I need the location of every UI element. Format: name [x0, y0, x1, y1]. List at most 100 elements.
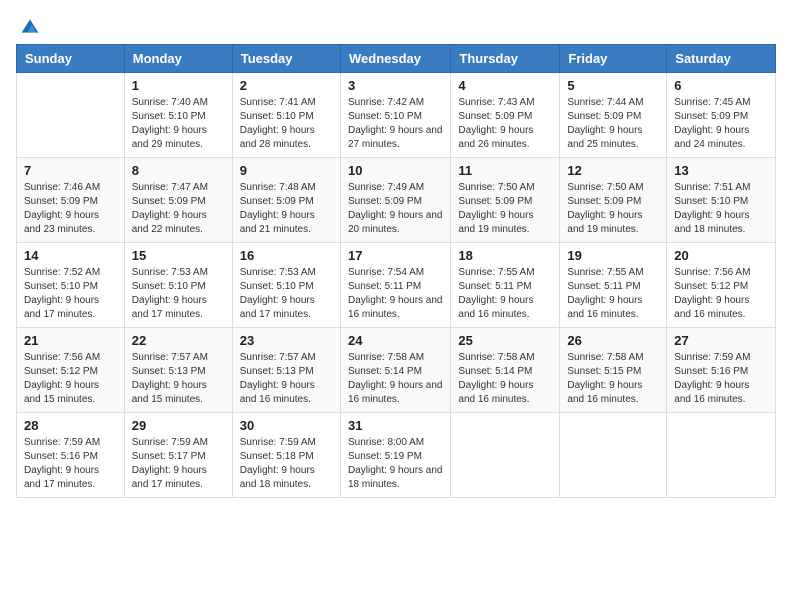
- calendar-cell: 13 Sunrise: 7:51 AMSunset: 5:10 PMDaylig…: [667, 158, 776, 243]
- day-number: 26: [567, 333, 659, 348]
- day-info: Sunrise: 7:59 AMSunset: 5:16 PMDaylight:…: [674, 351, 768, 407]
- day-info: Sunrise: 7:56 AMSunset: 5:12 PMDaylight:…: [674, 266, 768, 322]
- day-number: 3: [348, 78, 443, 93]
- calendar-cell: 17 Sunrise: 7:54 AMSunset: 5:11 PMDaylig…: [340, 243, 450, 328]
- calendar-cell: 4 Sunrise: 7:43 AMSunset: 5:09 PMDayligh…: [451, 73, 560, 158]
- day-number: 12: [567, 163, 659, 178]
- day-number: 4: [458, 78, 552, 93]
- day-info: Sunrise: 7:42 AMSunset: 5:10 PMDaylight:…: [348, 96, 443, 152]
- day-number: 7: [24, 163, 117, 178]
- calendar-cell: 1 Sunrise: 7:40 AMSunset: 5:10 PMDayligh…: [124, 73, 232, 158]
- calendar-cell: [667, 413, 776, 498]
- day-info: Sunrise: 7:41 AMSunset: 5:10 PMDaylight:…: [240, 96, 333, 152]
- calendar-week-row: 1 Sunrise: 7:40 AMSunset: 5:10 PMDayligh…: [17, 73, 776, 158]
- calendar-cell: [560, 413, 667, 498]
- day-info: Sunrise: 7:53 AMSunset: 5:10 PMDaylight:…: [132, 266, 225, 322]
- calendar-cell: 29 Sunrise: 7:59 AMSunset: 5:17 PMDaylig…: [124, 413, 232, 498]
- day-number: 6: [674, 78, 768, 93]
- calendar-cell: 11 Sunrise: 7:50 AMSunset: 5:09 PMDaylig…: [451, 158, 560, 243]
- day-number: 23: [240, 333, 333, 348]
- weekday-header: Friday: [560, 45, 667, 73]
- page-header: [16, 16, 776, 32]
- calendar-cell: 24 Sunrise: 7:58 AMSunset: 5:14 PMDaylig…: [340, 328, 450, 413]
- day-info: Sunrise: 8:00 AMSunset: 5:19 PMDaylight:…: [348, 436, 443, 492]
- calendar-cell: 30 Sunrise: 7:59 AMSunset: 5:18 PMDaylig…: [232, 413, 340, 498]
- day-info: Sunrise: 7:45 AMSunset: 5:09 PMDaylight:…: [674, 96, 768, 152]
- logo: [16, 16, 40, 32]
- day-info: Sunrise: 7:50 AMSunset: 5:09 PMDaylight:…: [458, 181, 552, 237]
- calendar-cell: 7 Sunrise: 7:46 AMSunset: 5:09 PMDayligh…: [17, 158, 125, 243]
- day-info: Sunrise: 7:40 AMSunset: 5:10 PMDaylight:…: [132, 96, 225, 152]
- calendar-cell: 19 Sunrise: 7:55 AMSunset: 5:11 PMDaylig…: [560, 243, 667, 328]
- day-number: 5: [567, 78, 659, 93]
- day-number: 19: [567, 248, 659, 263]
- calendar-cell: 10 Sunrise: 7:49 AMSunset: 5:09 PMDaylig…: [340, 158, 450, 243]
- day-info: Sunrise: 7:55 AMSunset: 5:11 PMDaylight:…: [567, 266, 659, 322]
- calendar-cell: 9 Sunrise: 7:48 AMSunset: 5:09 PMDayligh…: [232, 158, 340, 243]
- day-number: 11: [458, 163, 552, 178]
- day-info: Sunrise: 7:55 AMSunset: 5:11 PMDaylight:…: [458, 266, 552, 322]
- calendar-week-row: 14 Sunrise: 7:52 AMSunset: 5:10 PMDaylig…: [17, 243, 776, 328]
- day-number: 22: [132, 333, 225, 348]
- calendar-cell: 20 Sunrise: 7:56 AMSunset: 5:12 PMDaylig…: [667, 243, 776, 328]
- calendar-cell: [17, 73, 125, 158]
- day-info: Sunrise: 7:59 AMSunset: 5:18 PMDaylight:…: [240, 436, 333, 492]
- day-number: 16: [240, 248, 333, 263]
- calendar-cell: 2 Sunrise: 7:41 AMSunset: 5:10 PMDayligh…: [232, 73, 340, 158]
- day-number: 31: [348, 418, 443, 433]
- calendar-cell: 23 Sunrise: 7:57 AMSunset: 5:13 PMDaylig…: [232, 328, 340, 413]
- day-info: Sunrise: 7:51 AMSunset: 5:10 PMDaylight:…: [674, 181, 768, 237]
- day-number: 29: [132, 418, 225, 433]
- weekday-header: Thursday: [451, 45, 560, 73]
- calendar-cell: 22 Sunrise: 7:57 AMSunset: 5:13 PMDaylig…: [124, 328, 232, 413]
- day-info: Sunrise: 7:58 AMSunset: 5:15 PMDaylight:…: [567, 351, 659, 407]
- day-number: 20: [674, 248, 768, 263]
- calendar-cell: 31 Sunrise: 8:00 AMSunset: 5:19 PMDaylig…: [340, 413, 450, 498]
- day-number: 8: [132, 163, 225, 178]
- calendar-header-row: SundayMondayTuesdayWednesdayThursdayFrid…: [17, 45, 776, 73]
- day-info: Sunrise: 7:52 AMSunset: 5:10 PMDaylight:…: [24, 266, 117, 322]
- day-number: 13: [674, 163, 768, 178]
- calendar-cell: [451, 413, 560, 498]
- calendar-cell: 26 Sunrise: 7:58 AMSunset: 5:15 PMDaylig…: [560, 328, 667, 413]
- day-info: Sunrise: 7:48 AMSunset: 5:09 PMDaylight:…: [240, 181, 333, 237]
- day-number: 1: [132, 78, 225, 93]
- calendar-week-row: 7 Sunrise: 7:46 AMSunset: 5:09 PMDayligh…: [17, 158, 776, 243]
- weekday-header: Monday: [124, 45, 232, 73]
- day-number: 18: [458, 248, 552, 263]
- day-info: Sunrise: 7:47 AMSunset: 5:09 PMDaylight:…: [132, 181, 225, 237]
- day-number: 25: [458, 333, 552, 348]
- calendar-cell: 18 Sunrise: 7:55 AMSunset: 5:11 PMDaylig…: [451, 243, 560, 328]
- calendar-week-row: 28 Sunrise: 7:59 AMSunset: 5:16 PMDaylig…: [17, 413, 776, 498]
- calendar-cell: 6 Sunrise: 7:45 AMSunset: 5:09 PMDayligh…: [667, 73, 776, 158]
- calendar-cell: 3 Sunrise: 7:42 AMSunset: 5:10 PMDayligh…: [340, 73, 450, 158]
- day-number: 15: [132, 248, 225, 263]
- weekday-header: Tuesday: [232, 45, 340, 73]
- day-number: 14: [24, 248, 117, 263]
- calendar-week-row: 21 Sunrise: 7:56 AMSunset: 5:12 PMDaylig…: [17, 328, 776, 413]
- day-info: Sunrise: 7:44 AMSunset: 5:09 PMDaylight:…: [567, 96, 659, 152]
- calendar-table: SundayMondayTuesdayWednesdayThursdayFrid…: [16, 44, 776, 498]
- day-number: 2: [240, 78, 333, 93]
- calendar-cell: 12 Sunrise: 7:50 AMSunset: 5:09 PMDaylig…: [560, 158, 667, 243]
- day-info: Sunrise: 7:53 AMSunset: 5:10 PMDaylight:…: [240, 266, 333, 322]
- day-info: Sunrise: 7:43 AMSunset: 5:09 PMDaylight:…: [458, 96, 552, 152]
- day-info: Sunrise: 7:58 AMSunset: 5:14 PMDaylight:…: [458, 351, 552, 407]
- day-number: 30: [240, 418, 333, 433]
- day-number: 17: [348, 248, 443, 263]
- day-number: 28: [24, 418, 117, 433]
- day-info: Sunrise: 7:50 AMSunset: 5:09 PMDaylight:…: [567, 181, 659, 237]
- calendar-cell: 15 Sunrise: 7:53 AMSunset: 5:10 PMDaylig…: [124, 243, 232, 328]
- day-info: Sunrise: 7:58 AMSunset: 5:14 PMDaylight:…: [348, 351, 443, 407]
- calendar-cell: 25 Sunrise: 7:58 AMSunset: 5:14 PMDaylig…: [451, 328, 560, 413]
- calendar-cell: 5 Sunrise: 7:44 AMSunset: 5:09 PMDayligh…: [560, 73, 667, 158]
- day-info: Sunrise: 7:54 AMSunset: 5:11 PMDaylight:…: [348, 266, 443, 322]
- calendar-cell: 27 Sunrise: 7:59 AMSunset: 5:16 PMDaylig…: [667, 328, 776, 413]
- day-number: 27: [674, 333, 768, 348]
- day-info: Sunrise: 7:46 AMSunset: 5:09 PMDaylight:…: [24, 181, 117, 237]
- logo-icon: [20, 16, 40, 36]
- day-info: Sunrise: 7:59 AMSunset: 5:17 PMDaylight:…: [132, 436, 225, 492]
- weekday-header: Saturday: [667, 45, 776, 73]
- calendar-cell: 21 Sunrise: 7:56 AMSunset: 5:12 PMDaylig…: [17, 328, 125, 413]
- calendar-cell: 14 Sunrise: 7:52 AMSunset: 5:10 PMDaylig…: [17, 243, 125, 328]
